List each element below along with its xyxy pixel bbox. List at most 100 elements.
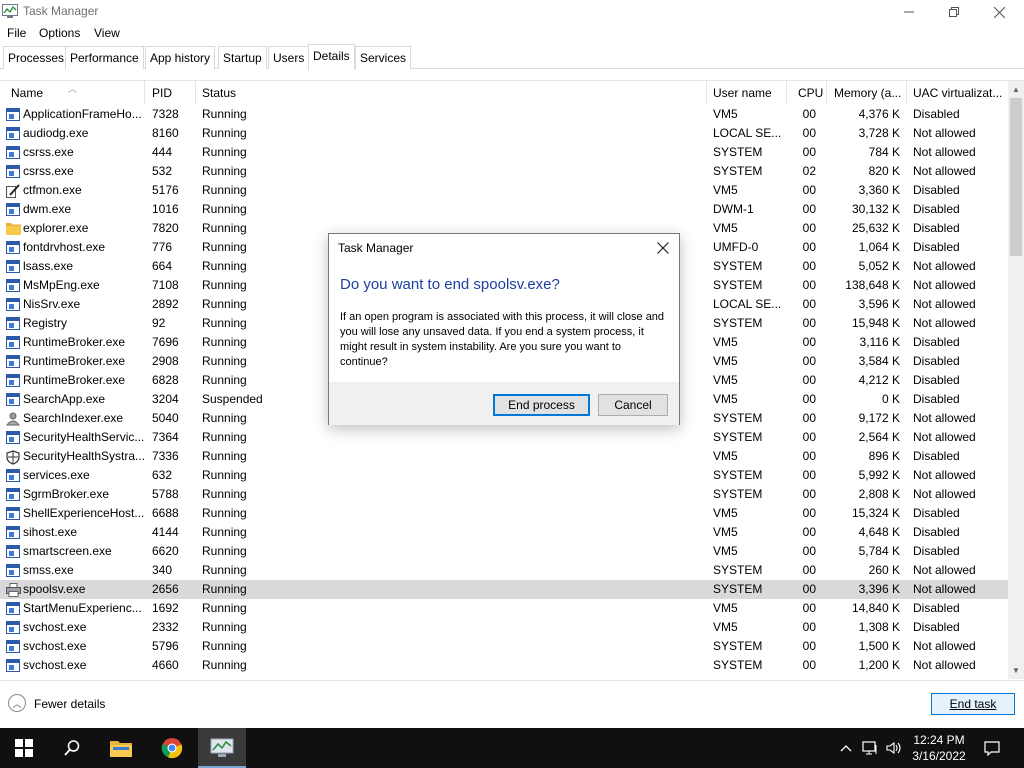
network-button[interactable] bbox=[860, 728, 882, 768]
footer-bar: ︿ Fewer details End task bbox=[0, 680, 1024, 728]
table-row[interactable]: ShellExperienceHost.... 6688 Running VM5 00 1… bbox=[0, 504, 1008, 523]
table-row[interactable]: SecurityHealthSystra... 7336 Running VM5 00 8… bbox=[0, 447, 1008, 466]
table-row[interactable]: smartscreen.exe 6620 Running VM5 00 5,784 K Di… bbox=[0, 542, 1008, 561]
restore-button[interactable] bbox=[931, 0, 977, 24]
window-icon bbox=[6, 146, 20, 159]
tab-startup[interactable]: Startup bbox=[218, 46, 267, 69]
table-row[interactable]: csrss.exe 532 Running SYSTEM 02 820 K Not allo… bbox=[0, 162, 1008, 181]
taskbar: 12:24 PM 3/16/2022 bbox=[0, 728, 1024, 768]
window-title: Task Manager bbox=[23, 4, 99, 18]
cell-cpu: 00 bbox=[802, 563, 816, 577]
cell-pid: 664 bbox=[152, 259, 173, 273]
end-task-button[interactable]: End task bbox=[931, 693, 1015, 715]
end-process-button[interactable]: End process bbox=[493, 394, 590, 416]
cell-name: services.exe bbox=[23, 468, 90, 482]
table-row[interactable]: spoolsv.exe 2656 Running SYSTEM 00 3,396 K Not… bbox=[0, 580, 1008, 599]
cancel-button[interactable]: Cancel bbox=[598, 394, 668, 416]
table-row[interactable]: sihost.exe 4144 Running VM5 00 4,648 K Disable… bbox=[0, 523, 1008, 542]
fewer-details-link[interactable]: Fewer details bbox=[34, 697, 105, 711]
table-row[interactable]: ctfmon.exe 5176 Running VM5 00 3,360 K Disable… bbox=[0, 181, 1008, 200]
tab-app-history[interactable]: App history bbox=[145, 46, 216, 69]
cell-user: SYSTEM bbox=[713, 487, 763, 501]
cell-user: VM5 bbox=[713, 107, 738, 121]
scrollbar-thumb[interactable] bbox=[1010, 98, 1022, 256]
minimize-button[interactable] bbox=[886, 0, 932, 24]
cell-memory: 15,324 K bbox=[851, 506, 900, 520]
dialog-message: If an open program is associated with th… bbox=[340, 311, 665, 368]
cell-pid: 4660 bbox=[152, 658, 179, 672]
table-row[interactable]: ApplicationFrameHo... 7328 Running VM5 00 4,3… bbox=[0, 105, 1008, 124]
scroll-down-icon[interactable]: ▼ bbox=[1008, 662, 1024, 679]
cell-uac: Not allowed bbox=[913, 468, 976, 482]
cell-name: csrss.exe bbox=[23, 164, 74, 178]
cell-cpu: 00 bbox=[802, 544, 816, 558]
tab-processes[interactable]: Processes bbox=[3, 46, 70, 69]
cell-user: SYSTEM bbox=[713, 563, 763, 577]
cell-pid: 8160 bbox=[152, 126, 179, 140]
volume-button[interactable] bbox=[884, 728, 904, 768]
column-header-status[interactable]: Status bbox=[196, 81, 707, 105]
task-manager-taskbar-button[interactable] bbox=[198, 728, 246, 768]
menu-options[interactable]: Options bbox=[39, 26, 80, 40]
column-header-uac[interactable]: UAC virtualizat... bbox=[907, 81, 1008, 105]
menu-file[interactable]: File bbox=[7, 26, 26, 40]
cell-cpu: 00 bbox=[802, 183, 816, 197]
file-explorer-button[interactable] bbox=[97, 728, 145, 768]
table-row[interactable]: csrss.exe 444 Running SYSTEM 00 784 K Not allo… bbox=[0, 143, 1008, 162]
table-row[interactable]: dwm.exe 1016 Running DWM-1 00 30,132 K Disable… bbox=[0, 200, 1008, 219]
table-row[interactable]: SecurityHealthServic... 7364 Running SYSTEM… bbox=[0, 428, 1008, 447]
column-header-name[interactable]: Name ︿ bbox=[0, 81, 145, 105]
column-header-memory[interactable]: Memory (a... bbox=[827, 81, 907, 105]
folder-icon bbox=[110, 741, 132, 757]
close-button[interactable] bbox=[976, 0, 1022, 24]
window-icon bbox=[6, 526, 20, 539]
cell-status: Running bbox=[202, 164, 247, 178]
clock[interactable]: 12:24 PM 3/16/2022 bbox=[904, 732, 974, 764]
cell-user: SYSTEM bbox=[713, 430, 763, 444]
end-process-dialog: Task Manager Do you want to end spoolsv.… bbox=[328, 233, 680, 425]
search-button[interactable] bbox=[48, 728, 96, 768]
tab-details[interactable]: Details bbox=[308, 44, 355, 70]
table-row[interactable]: audiodg.exe 8160 Running LOCAL SE... 00 3,728… bbox=[0, 124, 1008, 143]
cell-name: ctfmon.exe bbox=[23, 183, 82, 197]
chrome-button[interactable] bbox=[148, 728, 196, 768]
cell-memory: 4,648 K bbox=[858, 525, 900, 539]
window-icon bbox=[6, 127, 20, 140]
title-bar[interactable]: Task Manager bbox=[0, 0, 1024, 24]
vertical-scrollbar[interactable]: ▲ ▼ bbox=[1008, 81, 1024, 679]
table-row[interactable]: svchost.exe 5796 Running SYSTEM 00 1,500 K Not… bbox=[0, 637, 1008, 656]
table-row[interactable]: SgrmBroker.exe 5788 Running SYSTEM 00 2,808 K… bbox=[0, 485, 1008, 504]
tab-performance[interactable]: Performance bbox=[65, 46, 144, 69]
menu-view[interactable]: View bbox=[94, 26, 120, 40]
column-header-pid[interactable]: PID bbox=[145, 81, 196, 105]
window-icon bbox=[6, 355, 20, 368]
cell-name: Registry bbox=[23, 316, 68, 330]
table-row[interactable]: services.exe 632 Running SYSTEM 00 5,992 K Not… bbox=[0, 466, 1008, 485]
table-row[interactable]: svchost.exe 4660 Running SYSTEM 00 1,200 K Not… bbox=[0, 656, 1008, 675]
cell-memory: 5,992 K bbox=[858, 468, 900, 482]
table-row[interactable]: StartMenuExperienc... 1692 Running VM5 00 14,… bbox=[0, 599, 1008, 618]
column-header-user[interactable]: User name bbox=[707, 81, 787, 105]
column-header-cpu[interactable]: CPU bbox=[787, 81, 827, 105]
window-icon bbox=[6, 241, 20, 254]
window-icon bbox=[6, 336, 20, 349]
table-row[interactable]: smss.exe 340 Running SYSTEM 00 260 K Not allow… bbox=[0, 561, 1008, 580]
table-row[interactable]: svchost.exe 2332 Running VM5 00 1,308 K Disabl… bbox=[0, 618, 1008, 637]
show-hidden-icons-button[interactable] bbox=[835, 728, 857, 768]
cell-uac: Disabled bbox=[913, 506, 960, 520]
cell-status: Running bbox=[202, 525, 247, 539]
start-button[interactable] bbox=[0, 728, 48, 768]
window-icon bbox=[6, 260, 20, 273]
end-task-label: End task bbox=[949, 697, 997, 711]
tab-services[interactable]: Services bbox=[355, 46, 412, 69]
action-center-button[interactable] bbox=[980, 728, 1004, 768]
cell-memory: 3,396 K bbox=[858, 582, 900, 596]
cell-user: SYSTEM bbox=[713, 639, 763, 653]
cell-cpu: 00 bbox=[802, 107, 816, 121]
cell-uac: Not allowed bbox=[913, 582, 976, 596]
chevron-up-icon[interactable]: ︿ bbox=[8, 694, 26, 712]
scroll-up-icon[interactable]: ▲ bbox=[1008, 81, 1024, 98]
dialog-close-button[interactable] bbox=[653, 238, 673, 258]
tab-users[interactable]: Users bbox=[268, 46, 310, 69]
cell-status: Running bbox=[202, 449, 247, 463]
